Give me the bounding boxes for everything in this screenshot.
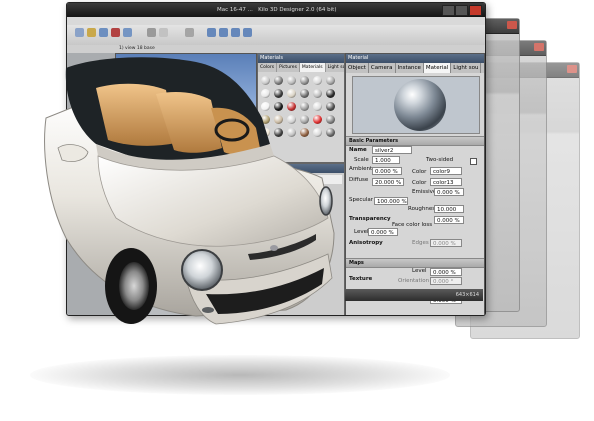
face-color-loss-field[interactable]: 0.000 % [434, 216, 464, 224]
maps-level-label: Level [412, 268, 427, 274]
minimize-button[interactable] [442, 5, 455, 16]
color-label-1: Color [412, 169, 427, 175]
status-coords: 643×614 [455, 292, 479, 298]
tab-object[interactable]: Object [346, 63, 369, 73]
window-title: Mac 16-47 ... Kilo 3D Designer 2.0 (64 b… [217, 3, 336, 17]
tab-material[interactable]: Material [423, 63, 452, 73]
close-button[interactable] [469, 5, 482, 16]
toolbar-icon[interactable] [207, 28, 216, 37]
toolbar-icon[interactable] [243, 28, 252, 37]
toolbar-icon[interactable] [219, 28, 228, 37]
window-title-text: Kilo 3D Designer 2.0 (64 bit) [258, 7, 337, 13]
toolbar-icon[interactable] [87, 28, 96, 37]
scale-field[interactable]: 1.000 [372, 156, 400, 164]
toolbar-icon[interactable] [231, 28, 240, 37]
tab-light-source[interactable]: Light sou [451, 63, 482, 73]
product-illustration: Mac 16-47 ... Kilo 3D Designer 2.0 (64 b… [0, 0, 594, 421]
diffuse-label: Diffuse [349, 177, 369, 183]
material-preview-sphere [394, 79, 446, 131]
texture-label: Texture [349, 276, 373, 282]
orientation-field[interactable]: 0.000 ° [430, 277, 462, 285]
material-panel-title: Material [346, 54, 484, 63]
ambient-field[interactable]: 0.000 % [372, 167, 402, 175]
brand-badge [270, 245, 278, 251]
basic-parameters-header[interactable]: Basic Parameters [346, 136, 484, 146]
ambient-label: Ambient [349, 166, 373, 172]
toolbar-icon[interactable] [99, 28, 108, 37]
color-field-1[interactable]: color9 [430, 167, 462, 175]
roughness-field[interactable]: 10.000 [434, 205, 464, 213]
car-render [44, 57, 335, 325]
maps-header[interactable]: Maps [346, 258, 484, 268]
right-headlight [319, 186, 333, 216]
toolbar-icon[interactable] [185, 28, 194, 37]
edges-label: Edges [412, 240, 429, 246]
name-label: Name [349, 147, 367, 153]
name-field[interactable]: silver2 [372, 146, 412, 154]
maximize-button[interactable] [455, 5, 468, 16]
status-bar: 643×614 [345, 289, 483, 301]
diffuse-field[interactable]: 20.000 % [372, 178, 404, 186]
maps-level-field[interactable]: 0.000 % [430, 268, 462, 276]
two-sided-checkbox[interactable] [470, 158, 477, 165]
floor-shadow [30, 355, 450, 395]
front-wheel-rim [119, 262, 149, 310]
emissive-field[interactable]: 0.000 % [434, 188, 464, 196]
edges-field[interactable]: 0.000 % [430, 239, 462, 247]
specular-label: Specular [349, 197, 374, 203]
toolbar-icon[interactable] [123, 28, 132, 37]
level-label: Level [354, 229, 369, 235]
material-preview [352, 76, 480, 134]
window-title-prefix: Mac 16-47 ... [217, 7, 253, 13]
material-panel: Material Object Camera Instance Material Lig… [345, 53, 485, 315]
level-field[interactable]: 0.000 % [368, 228, 398, 236]
orientation-label: Orientation [398, 278, 430, 284]
emissive-label: Emissive [412, 189, 437, 195]
face-color-loss-label: Face color loss [392, 222, 433, 228]
left-headlight [181, 249, 223, 291]
two-sided-label: Two-sided [426, 157, 454, 163]
toolbar-icon[interactable] [159, 28, 168, 37]
fog-light [202, 307, 214, 313]
specular-field[interactable]: 100.000 % [374, 197, 408, 205]
toolbar [67, 25, 485, 46]
color-field-2[interactable]: color13 [430, 178, 462, 186]
color-label-2: Color [412, 180, 427, 186]
anisotropy-label: Anisotropy [349, 240, 383, 246]
toolbar-icon[interactable] [111, 28, 120, 37]
toolbar-icon[interactable] [75, 28, 84, 37]
scale-label: Scale [354, 157, 369, 163]
transparency-label: Transparency [349, 216, 391, 222]
tab-instance[interactable]: Instance [396, 63, 424, 73]
title-bar: Mac 16-47 ... Kilo 3D Designer 2.0 (64 b… [67, 3, 485, 17]
tab-camera[interactable]: Camera [369, 63, 396, 73]
toolbar-icon[interactable] [147, 28, 156, 37]
material-tabs: Object Camera Instance Material Light sou [346, 63, 484, 73]
